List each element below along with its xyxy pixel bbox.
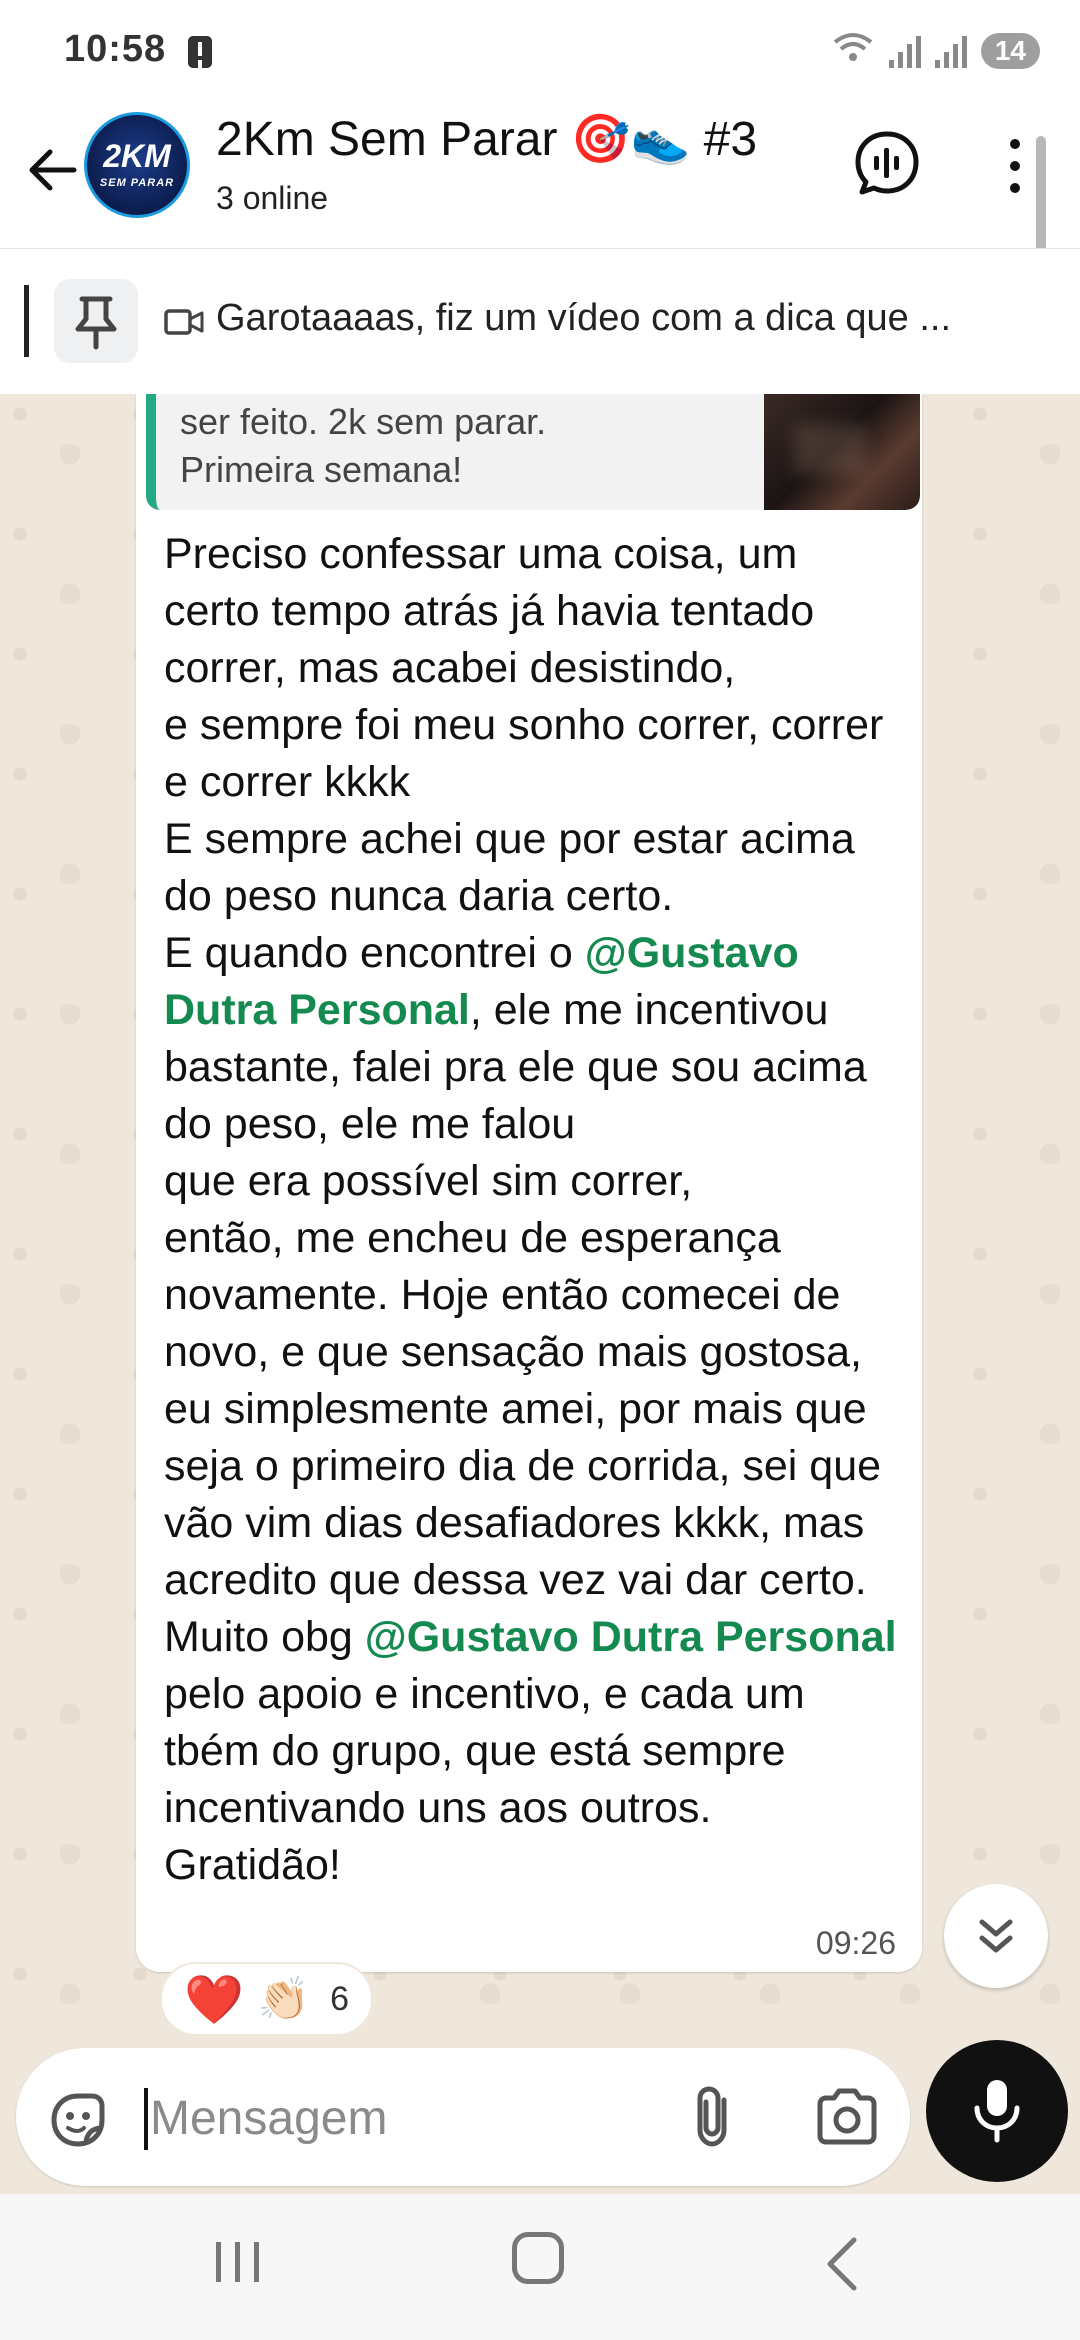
mention-link[interactable]: @Gustavo Dutra Personal [365,1613,897,1661]
recent-apps-icon[interactable] [212,2238,264,2286]
voice-chat-icon[interactable] [852,128,922,198]
nav-back-icon[interactable] [822,2234,862,2294]
clap-reaction-icon: 👏🏻 [257,1974,311,2022]
signal-icon [888,34,921,68]
double-chevron-down-icon [979,1919,1013,1953]
attach-icon[interactable] [684,2084,744,2150]
composer [0,2040,1080,2194]
quoted-message-text: ser feito. 2k sem parar. Primeira semana… [180,401,547,490]
message-text-part: Preciso confessar uma coisa, um certo te… [164,530,884,977]
signal-icon [934,34,967,68]
camera-icon[interactable] [814,2086,880,2146]
chat-title[interactable]: 2Km Sem Parar 🎯👟 #3 [216,110,757,167]
reaction-count: 6 [330,1979,349,2018]
pin-icon[interactable] [54,279,138,363]
sticker-icon[interactable] [46,2088,110,2152]
message-text: Preciso confessar uma coisa, um certo te… [164,526,904,1894]
message-bubble[interactable]: ser feito. 2k sem parar. Primeira semana… [136,394,922,1972]
chat-header: 2KM SEM PARAR 2Km Sem Parar 🎯👟 #3 3 onli… [0,100,1080,276]
voice-record-button[interactable] [926,2040,1068,2182]
status-icons: 14 [831,30,1040,72]
pinned-indicator [24,285,29,357]
chat-area[interactable]: ser feito. 2k sem parar. Primeira semana… [0,394,1080,2040]
battery-badge: 14 [980,33,1040,69]
message-input[interactable] [148,2076,672,2160]
alert-icon [188,36,212,68]
wifi-icon [831,30,875,72]
avatar-subtext: SEM PARAR [99,177,175,189]
heart-reaction-icon: ❤️ [184,1973,244,2027]
video-icon [164,309,204,335]
pinned-message-text: Garotaaaas, fiz um vídeo com a dica que … [216,297,952,339]
message-input-pill[interactable] [16,2048,910,2186]
group-avatar[interactable]: 2KM SEM PARAR [84,112,190,218]
microphone-icon [974,2080,1020,2143]
quoted-message[interactable]: ser feito. 2k sem parar. Primeira semana… [146,394,920,510]
message-timestamp: 09:26 [815,1925,896,1961]
pinned-message-bar[interactable]: Garotaaaas, fiz um vídeo com a dica que … [0,248,1080,396]
back-arrow-icon[interactable] [22,140,82,200]
more-options-icon[interactable] [1000,136,1030,196]
home-icon[interactable] [512,2232,564,2284]
system-navigation-bar [0,2194,1080,2340]
message-text-part: , ele me incentivou bastante, falei pra … [164,986,882,1661]
chat-subtitle: 3 online [216,180,329,216]
quoted-video-thumbnail [764,394,920,510]
reactions-pill[interactable]: ❤️ 👏🏻 6 [160,1962,373,2036]
message-text-part: pelo apoio e incentivo, e cada um tbém d… [164,1670,805,1889]
scroll-to-bottom-button[interactable] [944,1884,1048,1988]
status-bar: 10:58 14 [0,0,1080,100]
avatar-text: 2KM [103,138,171,174]
status-time: 10:58 [64,28,167,70]
